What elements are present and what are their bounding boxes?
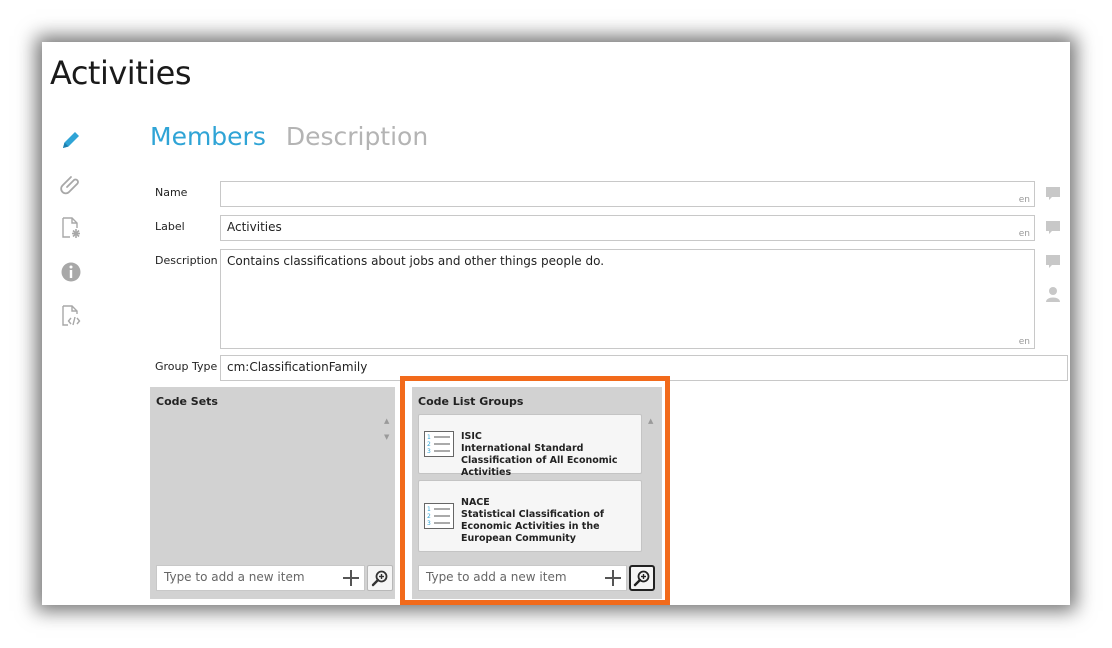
code-list-groups-title: Code List Groups <box>418 395 524 408</box>
search-icon <box>371 570 388 587</box>
code-list-groups-add-input[interactable]: Type to add a new item <box>418 565 627 591</box>
svg-text:3: 3 <box>427 448 431 455</box>
code-list-groups-add-placeholder: Type to add a new item <box>426 570 567 584</box>
label-field[interactable]: Activities en <box>220 215 1035 241</box>
label-label: Label <box>155 220 185 233</box>
description-field[interactable]: Contains classifications about jobs and … <box>220 249 1035 349</box>
svg-text:1: 1 <box>427 506 431 513</box>
numbered-list-icon: 123 <box>424 503 454 529</box>
group-type-field[interactable]: cm:ClassificationFamily <box>220 355 1068 381</box>
list-item-nace[interactable]: 123 NACE Statistical Classification of E… <box>418 480 642 552</box>
svg-text:2: 2 <box>427 441 431 448</box>
page-title: Activities <box>50 54 191 92</box>
description-lang-tag: en <box>1018 337 1030 347</box>
plus-icon[interactable] <box>342 569 360 587</box>
plus-icon[interactable] <box>604 569 622 587</box>
group-type-label: Group Type <box>155 360 218 373</box>
description-label: Description <box>155 254 218 267</box>
code-sets-search-button[interactable] <box>367 565 393 591</box>
numbered-list-icon: 123 <box>424 431 454 457</box>
list-item-code: ISIC <box>461 431 482 442</box>
tab-description[interactable]: Description <box>286 122 428 151</box>
name-field[interactable]: en <box>220 181 1035 207</box>
scroll-down-arrow[interactable]: ▼ <box>384 433 389 441</box>
comment-icon[interactable] <box>1044 185 1062 203</box>
scroll-up-arrow[interactable]: ▲ <box>384 417 389 425</box>
svg-text:2: 2 <box>427 513 431 520</box>
code-sets-add-input[interactable]: Type to add a new item <box>156 565 365 591</box>
code-sets-panel: Code Sets ▲ ▼ Type to add a new item <box>150 387 395 599</box>
code-list-groups-search-button[interactable] <box>629 565 655 591</box>
user-icon[interactable] <box>1044 285 1062 303</box>
name-label: Name <box>155 186 188 199</box>
info-icon[interactable] <box>59 260 83 284</box>
editor-window: Activities Members Description Name en L… <box>42 42 1070 605</box>
description-value: Contains classifications about jobs and … <box>227 254 605 268</box>
pencil-icon[interactable] <box>59 128 83 152</box>
tab-bar: Members Description <box>150 122 440 151</box>
svg-text:1: 1 <box>427 434 431 441</box>
code-list-groups-panel: Code List Groups ▲ ▼ 123 ISIC Internatio… <box>412 387 662 599</box>
paperclip-icon[interactable] <box>59 172 83 196</box>
comment-icon[interactable] <box>1044 253 1062 271</box>
code-sets-title: Code Sets <box>156 395 218 408</box>
group-type-value: cm:ClassificationFamily <box>227 360 368 374</box>
document-code-icon[interactable] <box>59 304 83 328</box>
code-sets-add-placeholder: Type to add a new item <box>164 570 305 584</box>
list-item-isic[interactable]: 123 ISIC International Standard Classifi… <box>418 414 642 478</box>
tab-members[interactable]: Members <box>150 122 266 151</box>
search-icon <box>633 570 650 587</box>
name-lang-tag: en <box>1018 195 1030 205</box>
label-value: Activities <box>227 220 282 234</box>
scroll-up-arrow[interactable]: ▲ <box>648 417 653 425</box>
label-lang-tag: en <box>1018 229 1030 239</box>
list-item-name: International Standard Classification of… <box>461 443 618 478</box>
svg-text:3: 3 <box>427 520 431 527</box>
comment-icon[interactable] <box>1044 219 1062 237</box>
document-asterisk-icon[interactable] <box>59 216 83 240</box>
list-item-name: Statistical Classification of Economic A… <box>461 509 604 544</box>
list-item-code: NACE <box>461 497 490 508</box>
